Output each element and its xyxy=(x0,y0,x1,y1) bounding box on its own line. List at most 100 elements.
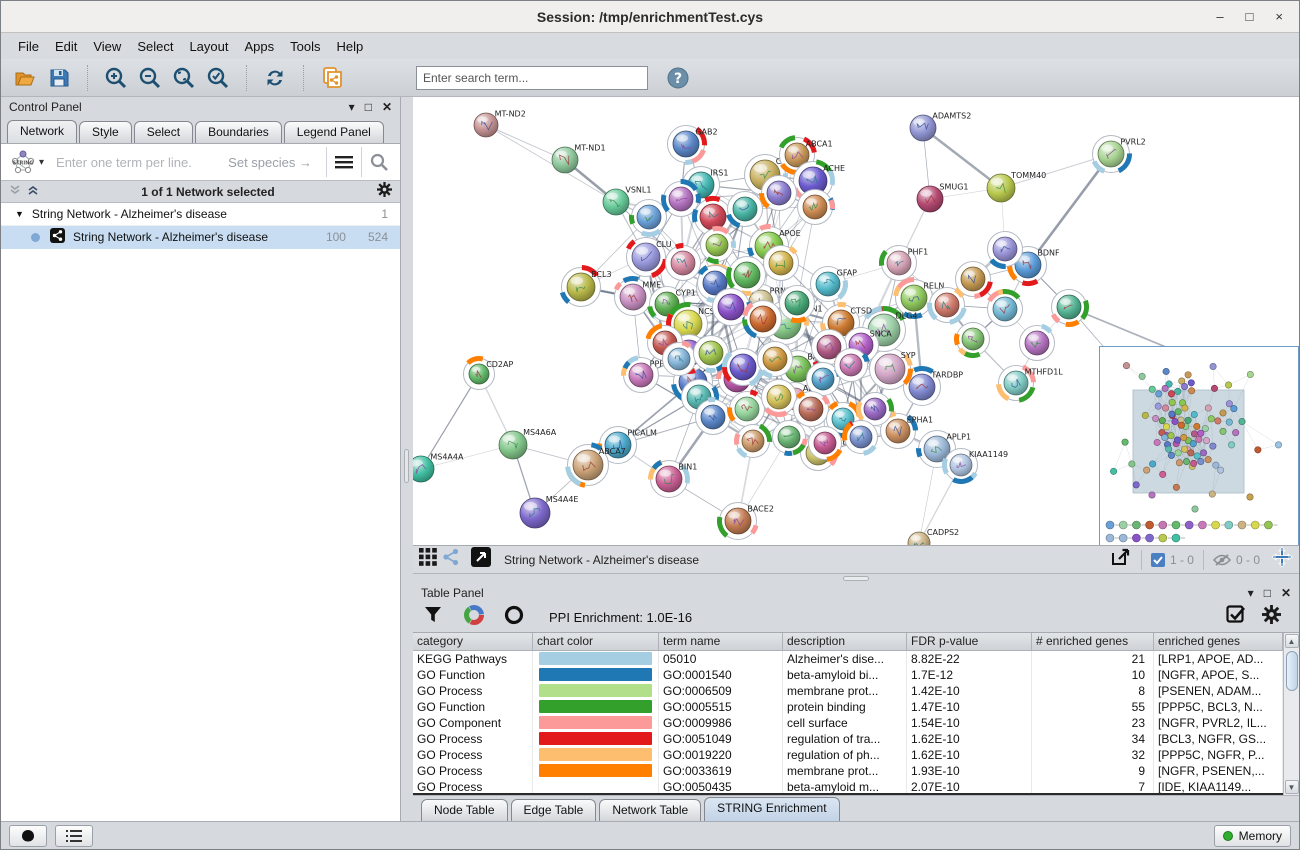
menu-layout[interactable]: Layout xyxy=(182,36,235,57)
tab-style[interactable]: Style xyxy=(79,121,132,143)
table-row[interactable]: GO FunctionGO:0001540beta-amyloid bi...1… xyxy=(413,667,1283,683)
network-node[interactable] xyxy=(762,380,797,415)
network-node[interactable]: TOMM40 xyxy=(987,171,1046,202)
network-node[interactable] xyxy=(631,200,666,235)
collapse-all-icon[interactable] xyxy=(9,183,21,201)
network-node[interactable] xyxy=(809,427,842,460)
tab-edge-table[interactable]: Edge Table xyxy=(511,799,597,821)
menu-edit[interactable]: Edit xyxy=(48,36,84,57)
fit-content-icon[interactable] xyxy=(471,547,491,572)
network-node[interactable] xyxy=(758,342,793,377)
panel-close-icon[interactable]: ✕ xyxy=(1281,586,1291,600)
maximize-icon[interactable]: □ xyxy=(1246,9,1254,24)
minimize-icon[interactable]: – xyxy=(1216,9,1223,24)
network-node[interactable]: GFAP xyxy=(811,267,858,302)
network-node[interactable] xyxy=(835,349,868,382)
navigator-icon[interactable] xyxy=(1271,546,1293,573)
tab-string-enrichment[interactable]: STRING Enrichment xyxy=(704,797,839,821)
query-search-icon[interactable] xyxy=(362,145,396,179)
network-node[interactable]: MT-ND1 xyxy=(552,144,606,173)
menu-apps[interactable]: Apps xyxy=(238,36,282,57)
birds-eye-graph[interactable] xyxy=(1100,347,1298,545)
horizontal-splitter[interactable] xyxy=(413,574,1299,584)
tab-select[interactable]: Select xyxy=(134,121,193,143)
settings-gear-icon[interactable] xyxy=(1262,605,1281,629)
zoom-out-icon[interactable] xyxy=(136,64,164,92)
network-node[interactable]: ABCA7 xyxy=(568,445,626,486)
export-network-icon[interactable] xyxy=(1110,547,1132,572)
table-row[interactable]: GO ProcessGO:0019220regulation of ph...1… xyxy=(413,747,1283,763)
copy-network-icon[interactable] xyxy=(318,64,346,92)
panel-menu-icon[interactable]: ▾ xyxy=(349,100,355,114)
network-node[interactable] xyxy=(794,392,829,427)
network-node[interactable]: PHF1 xyxy=(882,246,929,281)
table-row[interactable]: KEGG Pathways05010Alzheimer's dise...8.8… xyxy=(413,651,1283,667)
network-node[interactable]: PICALM xyxy=(600,427,658,464)
table-row[interactable]: GO ProcessGO:0051049regulation of tra...… xyxy=(413,731,1283,747)
help-icon[interactable]: ? xyxy=(664,64,692,92)
tab-network[interactable]: Network xyxy=(7,120,77,143)
splitter-grip[interactable] xyxy=(404,449,409,483)
network-node[interactable] xyxy=(730,392,765,427)
menu-help[interactable]: Help xyxy=(330,36,371,57)
network-node[interactable]: KIAA1149 xyxy=(945,449,1009,482)
column-header[interactable]: term name xyxy=(659,633,783,651)
tree-row[interactable]: ▼String Network - Alzheimer's disease1 xyxy=(1,203,400,226)
network-node[interactable] xyxy=(729,257,766,294)
network-node[interactable] xyxy=(930,288,965,323)
grid-view-icon[interactable] xyxy=(419,548,437,571)
network-node[interactable] xyxy=(957,323,990,356)
filter-icon[interactable] xyxy=(423,605,443,630)
network-node[interactable] xyxy=(798,190,833,225)
menu-view[interactable]: View xyxy=(86,36,128,57)
network-node[interactable] xyxy=(762,176,797,211)
task-list-button[interactable] xyxy=(55,825,93,847)
tree-expanded-icon[interactable]: ▼ xyxy=(15,209,24,219)
vertical-splitter[interactable] xyxy=(401,97,413,821)
network-node[interactable] xyxy=(764,246,799,281)
search-input[interactable] xyxy=(416,66,648,90)
network-node[interactable] xyxy=(666,245,701,280)
network-node[interactable] xyxy=(773,421,806,454)
network-node[interactable] xyxy=(988,291,1023,326)
network-node[interactable] xyxy=(724,349,761,386)
network-options-gear-icon[interactable] xyxy=(377,182,392,202)
network-node[interactable] xyxy=(728,192,763,227)
table-row[interactable]: GO FunctionGO:0005515protein binding1.47… xyxy=(413,699,1283,715)
column-header[interactable]: FDR p-value xyxy=(907,633,1032,651)
column-header[interactable]: chart color xyxy=(533,633,659,651)
network-node[interactable]: CADPS2 xyxy=(908,528,959,546)
set-species-label[interactable]: Set species → xyxy=(228,155,326,170)
scrollbar-thumb[interactable] xyxy=(1286,651,1298,691)
zoom-in-icon[interactable] xyxy=(102,64,130,92)
network-node[interactable] xyxy=(988,232,1023,267)
table-scrollbar[interactable]: ▲ ▼ xyxy=(1283,633,1299,795)
network-node[interactable]: BCL3 xyxy=(562,268,612,307)
network-node[interactable] xyxy=(701,229,734,262)
query-options-icon[interactable] xyxy=(327,145,361,179)
table-row[interactable]: GO ProcessGO:0033619membrane prot...1.93… xyxy=(413,763,1283,779)
menu-file[interactable]: File xyxy=(11,36,46,57)
task-history-button[interactable] xyxy=(9,825,47,847)
save-session-icon[interactable] xyxy=(45,64,73,92)
network-node[interactable] xyxy=(663,343,696,376)
column-header[interactable]: category xyxy=(413,633,533,651)
table-row[interactable]: GO ProcessGO:0006509membrane prot...1.42… xyxy=(413,683,1283,699)
panel-float-icon[interactable]: □ xyxy=(365,100,372,114)
network-node[interactable] xyxy=(845,421,878,454)
network-node[interactable]: SMUG1 xyxy=(917,183,968,212)
network-node[interactable] xyxy=(696,399,731,434)
network-node[interactable] xyxy=(737,425,770,458)
string-term-input[interactable] xyxy=(48,155,228,170)
network-node[interactable]: GAB2 xyxy=(668,126,718,163)
table-row[interactable]: GO ComponentGO:0009986cell surface1.54E-… xyxy=(413,715,1283,731)
panel-float-icon[interactable]: □ xyxy=(1264,586,1271,600)
network-node[interactable]: ADAMTS2 xyxy=(910,112,971,141)
refresh-icon[interactable] xyxy=(261,64,289,92)
column-header[interactable]: description xyxy=(783,633,907,651)
zoom-selected-icon[interactable] xyxy=(204,64,232,92)
network-node[interactable]: CLU xyxy=(627,238,672,277)
menu-select[interactable]: Select xyxy=(130,36,180,57)
network-node[interactable]: CD2AP xyxy=(464,359,514,390)
tab-node-table[interactable]: Node Table xyxy=(421,799,508,821)
